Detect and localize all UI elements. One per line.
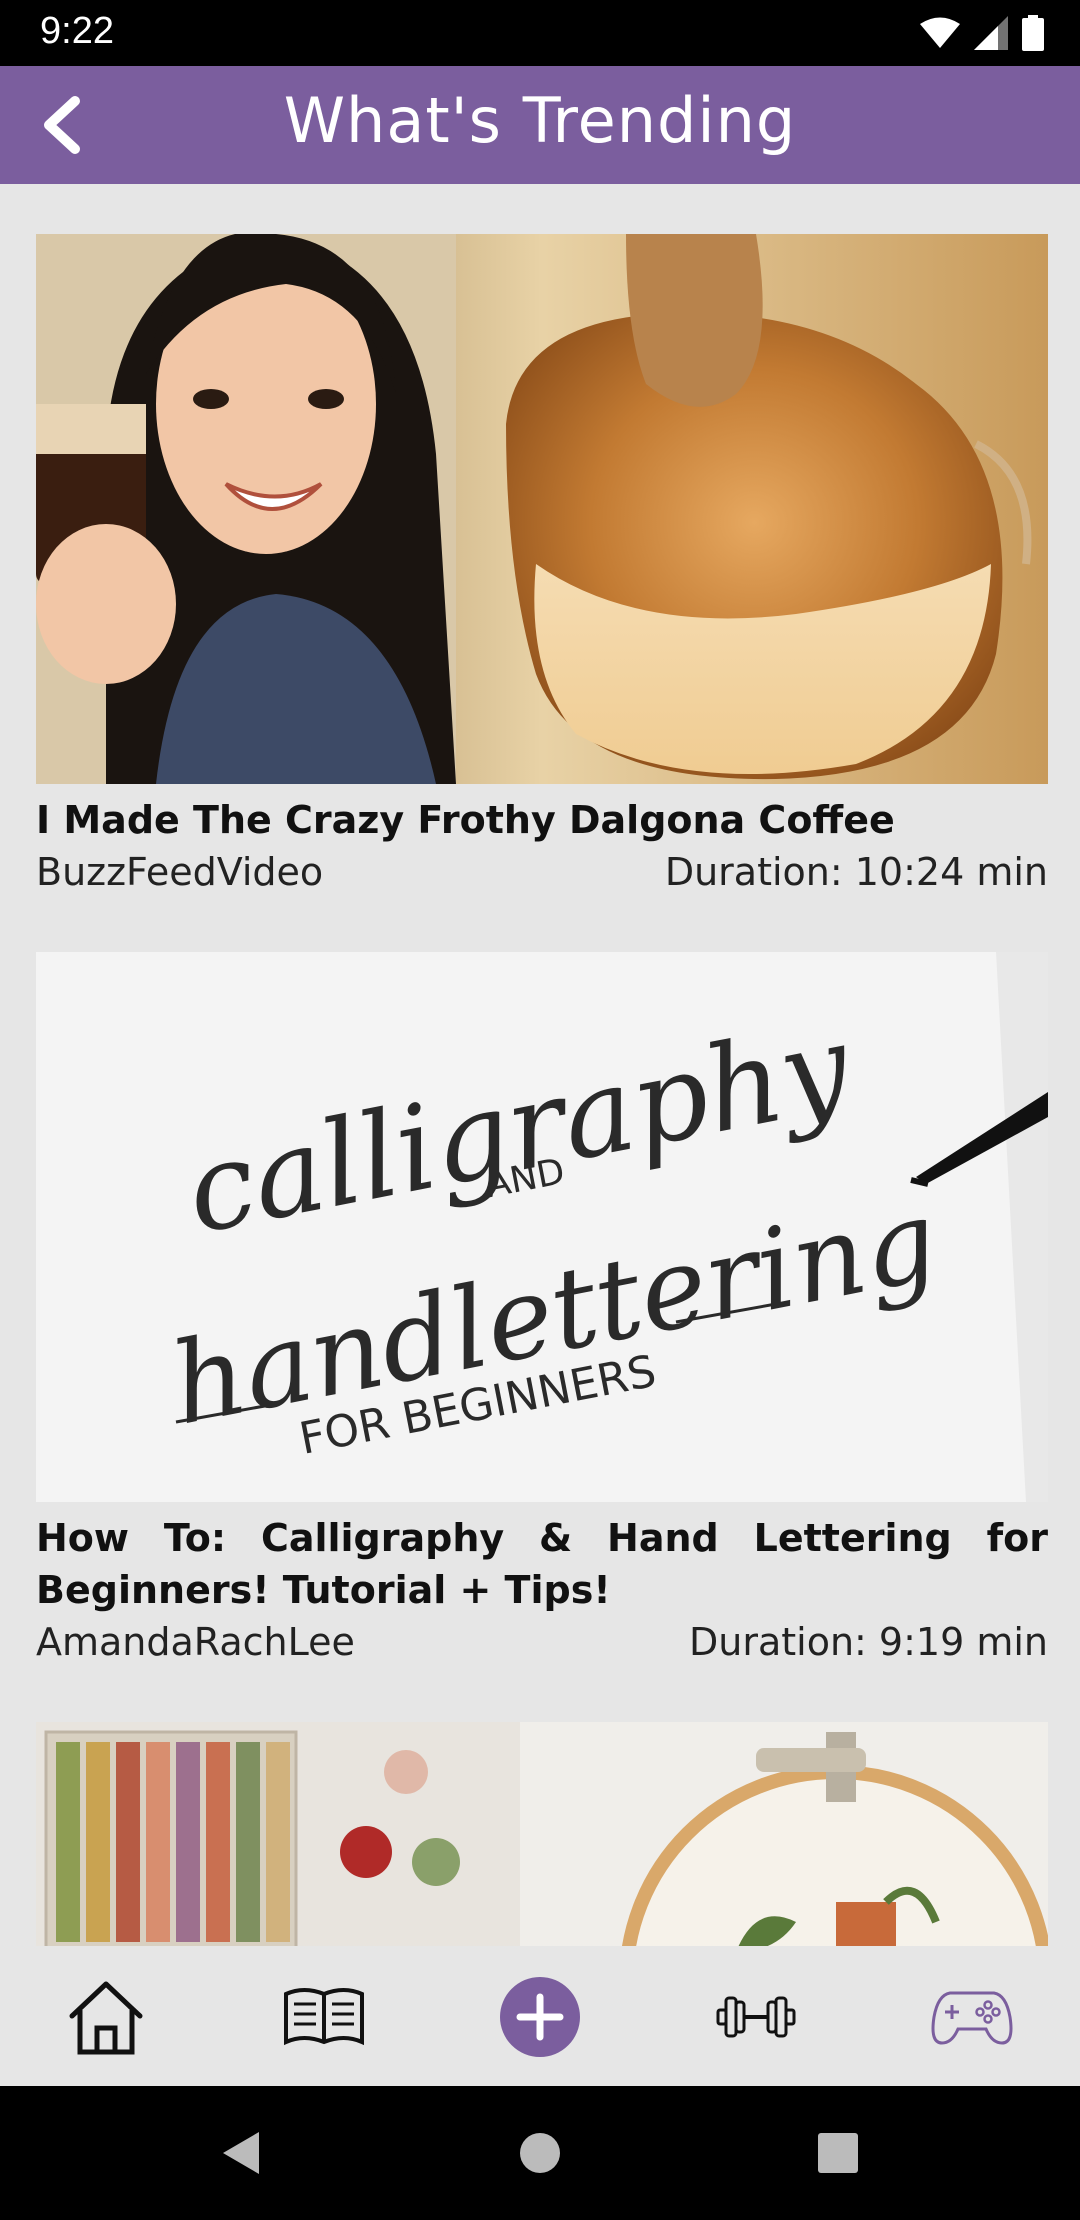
triangle-back-icon bbox=[223, 2132, 259, 2174]
app-bar: What's Trending bbox=[0, 66, 1080, 184]
signal-icon bbox=[974, 16, 1008, 50]
nav-add[interactable] bbox=[494, 1972, 586, 2062]
embroidery-thumbnail-image bbox=[36, 1722, 1048, 1946]
status-bar: 9:22 bbox=[0, 0, 1080, 66]
nav-games[interactable] bbox=[926, 1972, 1018, 2062]
video-meta: AmandaRachLee Duration: 9:19 min bbox=[36, 1616, 1048, 1668]
video-thumbnail[interactable] bbox=[36, 234, 1048, 784]
video-list[interactable]: I Made The Crazy Frothy Dalgona Coffee B… bbox=[0, 184, 1080, 1946]
video-thumbnail[interactable] bbox=[36, 1722, 1048, 1946]
gamepad-icon bbox=[931, 1991, 1013, 2045]
video-title[interactable]: How To: Calligraphy & Hand Lettering for… bbox=[36, 1512, 1048, 1616]
dumbbell-icon bbox=[716, 1996, 796, 2038]
video-duration: Duration: 9:19 min bbox=[689, 1620, 1048, 1664]
video-card[interactable]: I Made The Crazy Frothy Dalgona Coffee B… bbox=[36, 234, 1048, 898]
status-icons bbox=[920, 14, 1044, 52]
video-channel: AmandaRachLee bbox=[36, 1620, 355, 1664]
video-channel: BuzzFeedVideo bbox=[36, 850, 324, 894]
nav-workout[interactable] bbox=[710, 1972, 802, 2062]
system-navigation-bar bbox=[0, 2086, 1080, 2220]
add-icon bbox=[500, 1977, 580, 2057]
video-card[interactable]: calligraphy AND handlettering FOR BEGINN… bbox=[36, 952, 1048, 1668]
square-recents-icon bbox=[818, 2133, 858, 2173]
nav-home[interactable] bbox=[60, 1972, 152, 2062]
page-title: What's Trending bbox=[283, 84, 797, 157]
system-back-button[interactable] bbox=[208, 2120, 274, 2186]
system-home-button[interactable] bbox=[507, 2120, 573, 2186]
book-icon bbox=[284, 1988, 364, 2046]
system-recents-button[interactable] bbox=[805, 2120, 871, 2186]
calligraphy-thumbnail-image: calligraphy AND handlettering FOR BEGINN… bbox=[36, 952, 1048, 1502]
video-meta: BuzzFeedVideo Duration: 10:24 min bbox=[36, 846, 1048, 898]
nav-library[interactable] bbox=[278, 1972, 370, 2062]
video-duration: Duration: 10:24 min bbox=[664, 850, 1048, 894]
home-icon bbox=[69, 1981, 143, 2055]
video-card[interactable] bbox=[36, 1722, 1048, 1946]
wifi-icon bbox=[920, 17, 960, 48]
dalgona-thumbnail-image bbox=[36, 234, 1048, 784]
video-title[interactable]: I Made The Crazy Frothy Dalgona Coffee bbox=[36, 794, 1048, 846]
circle-home-icon bbox=[520, 2133, 560, 2173]
video-thumbnail[interactable]: calligraphy AND handlettering FOR BEGINN… bbox=[36, 952, 1048, 1502]
battery-icon bbox=[1022, 15, 1044, 51]
bottom-navigation bbox=[0, 1946, 1080, 2086]
status-time: 9:22 bbox=[40, 10, 114, 52]
